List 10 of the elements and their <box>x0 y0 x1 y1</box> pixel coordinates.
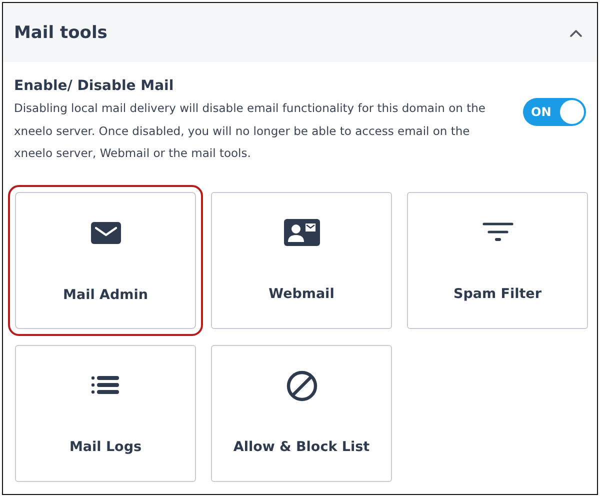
panel-title: Mail tools <box>14 22 108 42</box>
tool-tile[interactable]: Mail Admin <box>8 184 203 336</box>
tool-tile[interactable]: Spam Filter <box>407 192 588 328</box>
tool-tile[interactable]: Mail Logs <box>15 344 196 482</box>
chevron-up-icon[interactable] <box>570 28 582 36</box>
tool-tile[interactable]: Allow & Block List <box>211 344 392 482</box>
setting-description: Disabling local mail delivery will disable email functionality for this domain on the xneelo server. Once disabled, you will no longer be able to access email on the xneelo server, Webmail or the mail tools. <box>14 100 486 162</box>
tool-tile[interactable]: Webmail <box>211 192 392 328</box>
panel-header[interactable]: Mail tools <box>3 3 597 62</box>
setting-heading: Enable/ Disable Mail <box>14 77 175 96</box>
